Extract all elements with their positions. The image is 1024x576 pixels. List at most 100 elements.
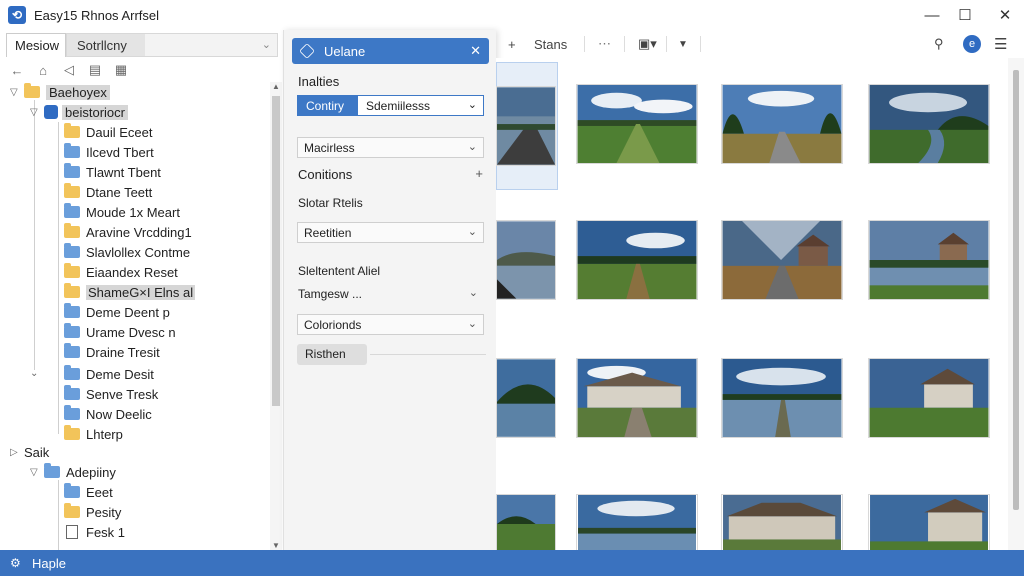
image-thumbnail[interactable] <box>868 494 990 550</box>
segment-select[interactable]: Sdemiilesss ⌄ <box>358 96 483 115</box>
close-icon[interactable]: ✕ <box>470 43 481 59</box>
chevron-down-icon: ⌄ <box>467 318 477 330</box>
tree-item-label: Lhterp <box>86 426 123 442</box>
tree-item[interactable]: Eeet <box>64 482 113 502</box>
image-thumbnail[interactable] <box>868 358 990 438</box>
chevron-down-icon: ⌄ <box>261 39 271 51</box>
tab-combo-select[interactable]: Sotrllcny ⌄ <box>66 33 278 57</box>
chevron-down-icon[interactable]: ▽ <box>30 107 44 118</box>
image-thumbnail[interactable] <box>721 220 843 300</box>
folder-icon <box>64 385 80 400</box>
image-thumbnail[interactable] <box>868 84 990 164</box>
folder-icon <box>64 263 80 278</box>
tree-item[interactable]: Eiaandex Reset <box>64 262 178 282</box>
tree-item-label: Fesk 1 <box>86 524 126 540</box>
panel-header: Uelane ✕ <box>292 38 489 64</box>
tree-item-selected[interactable]: ▽ beistoriocr <box>30 102 128 122</box>
status-text: Haple <box>32 555 66 571</box>
back-arrow-icon[interactable]: ← <box>8 61 26 79</box>
image-thumbnail[interactable] <box>721 84 843 164</box>
title-bar: ⟲ Easy15 Rhnos Arrfsel — ☐ ✕ <box>0 0 1024 30</box>
tree-item[interactable]: ▽ Baehoyex <box>10 82 110 102</box>
folder-icon <box>64 183 80 198</box>
chevron-right-icon[interactable]: ▷ <box>10 447 24 458</box>
gallery-scrollbar[interactable] <box>1008 58 1024 550</box>
image-thumbnail[interactable] <box>576 84 698 164</box>
view-icon[interactable]: ▤ <box>86 61 104 79</box>
chevron-down-icon[interactable]: ▽ <box>10 87 24 98</box>
tree-item[interactable]: ▽ Adepiiny <box>30 462 116 482</box>
image-thumbnail[interactable] <box>576 220 698 300</box>
scroll-up-icon[interactable]: ▲ <box>270 82 282 91</box>
home-icon[interactable]: ⌂ <box>34 61 52 79</box>
image-thumbnail[interactable] <box>721 358 843 438</box>
plus-icon[interactable]: + <box>508 34 516 54</box>
tree-item[interactable]: Slavlollex Contme <box>64 242 190 262</box>
image-thumbnail[interactable] <box>496 494 556 550</box>
folder-tree-panel: Mesiow Sotrllcny ⌄ ← ⌂ ◁ ▤ ▦ ▽ Baehoyex <box>0 30 283 550</box>
profile-icon[interactable]: e <box>963 34 981 54</box>
tree-item[interactable]: Moude 1x Meart <box>64 202 180 222</box>
folder-icon <box>64 365 80 380</box>
chevron-down-icon[interactable]: ▼ <box>678 34 688 54</box>
image-thumbnail[interactable] <box>496 86 556 166</box>
tree-item[interactable]: Senve Tresk <box>64 384 158 404</box>
tree-item[interactable]: ShameG×I Elns al <box>64 282 196 302</box>
segmented-control[interactable]: Contiry Sdemiilesss ⌄ <box>297 95 484 116</box>
divider <box>700 36 701 52</box>
forward-arrow-icon[interactable]: ◁ <box>60 61 78 79</box>
status-bar: ⚙ Haple <box>0 550 1024 576</box>
tree-item[interactable]: Urame Dvesc n <box>64 322 176 342</box>
add-condition-icon[interactable]: + <box>475 166 483 181</box>
dropdown[interactable]: Colorionds ⌄ <box>297 314 484 335</box>
view-mode-icon[interactable]: ▣▾ <box>638 34 657 54</box>
chevron-down-icon: ⌄ <box>467 141 477 153</box>
tree-item-label: Aravine Vrcdding1 <box>86 224 192 240</box>
settings-icon <box>299 43 315 59</box>
segment-active[interactable]: Contiry <box>298 96 358 115</box>
scroll-thumb[interactable] <box>1013 70 1019 510</box>
gallery-toolbar: + Stans ⋯ ▣▾ ▼ ⚲ e ☰ <box>496 30 1024 58</box>
image-thumbnail[interactable] <box>496 358 556 438</box>
chevron-down-icon[interactable]: ⌄ <box>30 368 44 379</box>
tree-item[interactable]: Dtane Teett <box>64 182 152 202</box>
dropdown[interactable]: Macirless ⌄ <box>297 137 484 158</box>
dropdown-value: Colorionds <box>304 318 362 332</box>
tree-item[interactable]: Tlawnt Tbent <box>64 162 161 182</box>
add-button-label[interactable]: Stans <box>534 34 567 54</box>
tree-scrollbar[interactable]: ▲ ▼ <box>270 82 282 550</box>
menu-icon[interactable]: ☰ <box>994 34 1007 54</box>
image-thumbnail[interactable] <box>868 220 990 300</box>
image-thumbnail[interactable] <box>496 220 556 300</box>
scroll-thumb[interactable] <box>272 96 280 406</box>
tab-active[interactable]: Mesiow <box>6 33 66 57</box>
image-thumbnail[interactable] <box>576 494 698 550</box>
tree-item-label: Deme Desit <box>86 366 154 382</box>
tree-item[interactable]: Aravine Vrcdding1 <box>64 222 192 242</box>
image-thumbnail[interactable] <box>576 358 698 438</box>
chevron-down-icon[interactable]: ▽ <box>30 467 44 478</box>
pin-icon[interactable]: ⚲ <box>934 34 944 54</box>
tree-item[interactable]: Ilcevd Tbert <box>64 142 154 162</box>
scroll-down-icon[interactable]: ▼ <box>270 541 282 550</box>
image-thumbnail[interactable] <box>721 494 843 550</box>
tree-item[interactable]: Fesk 1 <box>64 522 125 542</box>
tree-caret[interactable]: ⌄ <box>30 363 44 383</box>
layout-icon[interactable]: ▦ <box>112 61 130 79</box>
tree-item-label: Baehoyex <box>46 84 110 100</box>
tree-item[interactable]: ▷ Saik <box>10 442 49 462</box>
dropdown[interactable]: Tamgesw ... ⌄ <box>298 284 484 305</box>
tree-item[interactable]: Pesity <box>64 502 121 522</box>
tree-item[interactable]: Draine Tresit <box>64 342 160 362</box>
close-icon[interactable]: ✕ <box>982 0 1024 30</box>
tree-item-label: Eiaandex Reset <box>86 264 178 280</box>
tree-item[interactable]: Lhterp <box>64 424 123 444</box>
dots-icon[interactable]: ⋯ <box>598 34 611 54</box>
tree-item-label: Now Deelic <box>86 406 152 422</box>
tree-item[interactable]: Dauil Eceet <box>64 122 152 142</box>
apply-button[interactable]: Risthen <box>297 344 367 365</box>
dropdown[interactable]: Reetitien ⌄ <box>297 222 484 243</box>
tree-item[interactable]: Deme Deent p <box>64 302 170 322</box>
tree-item[interactable]: Deme Desit <box>64 364 154 384</box>
tree-item[interactable]: Now Deelic <box>64 404 152 424</box>
